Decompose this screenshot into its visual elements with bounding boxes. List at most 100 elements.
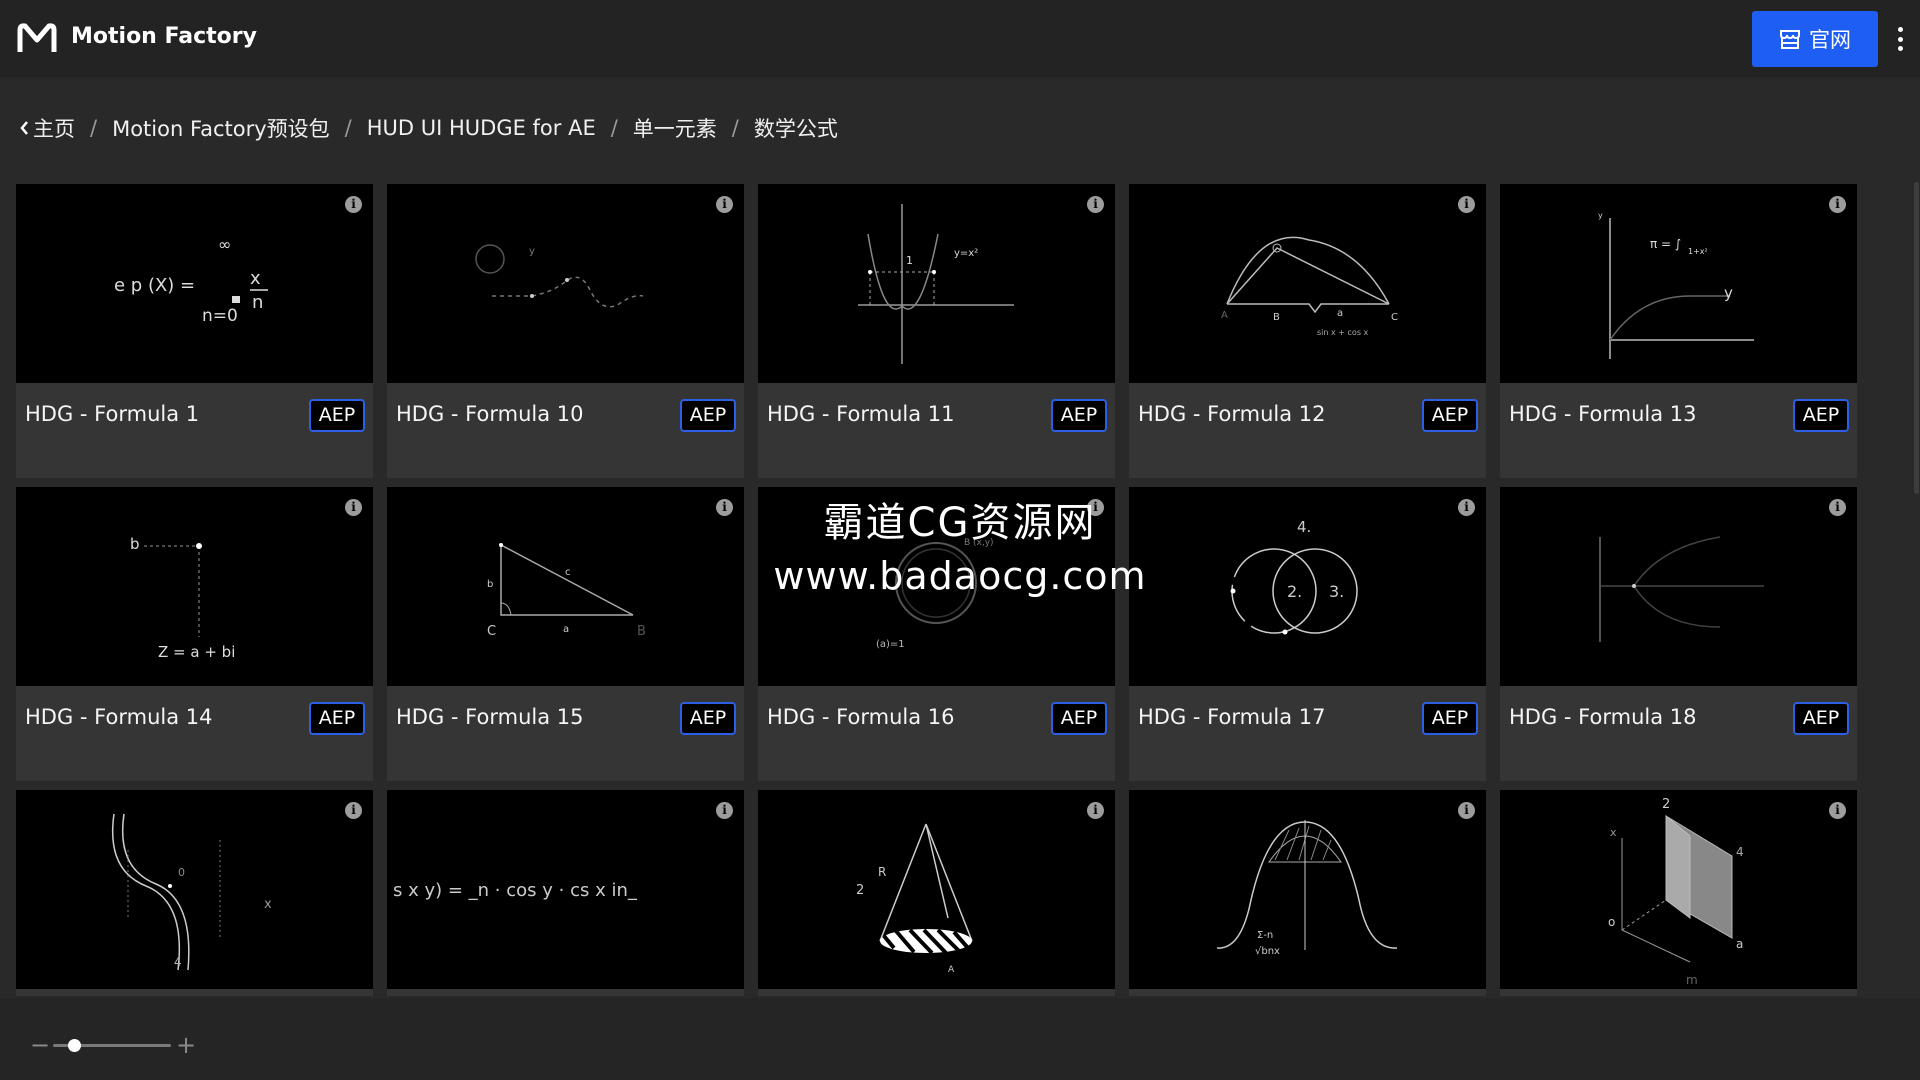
info-icon[interactable]: i <box>716 499 733 516</box>
svg-text:x: x <box>1610 826 1617 839</box>
svg-text:a: a <box>1337 308 1343 319</box>
preset-card[interactable]: b c C a B i HDG - Formula 15 AEP <box>387 487 744 781</box>
breadcrumb-home[interactable]: 主页 <box>20 113 75 143</box>
breadcrumb-separator: / <box>610 116 618 140</box>
info-icon[interactable]: i <box>1458 499 1475 516</box>
svg-text:1+x²: 1+x² <box>1688 247 1708 256</box>
info-icon[interactable]: i <box>1829 196 1846 213</box>
zoom-slider-handle[interactable] <box>67 1039 81 1052</box>
svg-text:a: a <box>1736 937 1743 951</box>
info-icon[interactable]: i <box>1087 802 1104 819</box>
bottom-bar <box>0 998 1920 1080</box>
preset-card[interactable]: s x y) = _n · cos y · cs x in_ i <box>387 790 744 996</box>
svg-text:A: A <box>1221 310 1228 321</box>
preset-card[interactable]: 0 x 4 i <box>16 790 373 996</box>
preset-title: HDG - Formula 16 <box>767 705 955 729</box>
svg-text:π = ∫: π = ∫ <box>1650 237 1681 251</box>
svg-text:2: 2 <box>1662 797 1670 812</box>
preset-card[interactable]: Σ-n √bnx i <box>1129 790 1486 996</box>
svg-text:c: c <box>565 567 571 578</box>
aep-badge: AEP <box>1422 702 1478 735</box>
preset-thumbnail: b c C a B <box>387 487 744 686</box>
breadcrumb-separator: / <box>344 116 352 140</box>
preset-card[interactable]: B (x,y) (a)=1 i HDG - Formula 16 AEP <box>758 487 1115 781</box>
aep-badge: AEP <box>1051 399 1107 432</box>
zoom-out-button[interactable]: − <box>30 1033 50 1057</box>
aep-badge: AEP <box>1422 399 1478 432</box>
preset-card[interactable]: 2 4 x o a m i <box>1500 790 1857 996</box>
info-icon[interactable]: i <box>1458 802 1475 819</box>
preset-thumbnail: s x y) = _n · cos y · cs x in_ <box>387 790 744 989</box>
preset-title: HDG - Formula 14 <box>25 705 213 729</box>
app-title: Motion Factory <box>71 24 257 49</box>
preset-card[interactable]: 2 R A i <box>758 790 1115 996</box>
svg-text:2: 2 <box>856 883 864 898</box>
preset-thumbnail: b Z = a + bi <box>16 487 373 686</box>
preset-card[interactable]: 1 y=x² i HDG - Formula 11 AEP <box>758 184 1115 478</box>
svg-text:B (x,y): B (x,y) <box>964 538 994 548</box>
breadcrumb-separator: / <box>731 116 739 140</box>
preset-thumbnail: 1 y=x² <box>758 184 1115 383</box>
breadcrumb-single-elements[interactable]: 单一元素 <box>633 113 717 143</box>
aep-badge: AEP <box>1793 399 1849 432</box>
svg-text:e p (X) =: e p (X) = <box>114 275 195 296</box>
svg-text:4.: 4. <box>1297 518 1311 536</box>
top-bar: Motion Factory 官网 <box>0 0 1920 77</box>
svg-text:∞: ∞ <box>218 235 231 254</box>
preset-title: HDG - Formula 11 <box>767 402 955 426</box>
svg-text:B: B <box>1273 312 1280 323</box>
svg-text:a: a <box>563 624 569 635</box>
svg-text:y: y <box>1598 211 1603 220</box>
breadcrumb-hud-ui-hudge[interactable]: HUD UI HUDGE for AE <box>367 116 596 140</box>
preset-grid: ∞ e p (X) = x n n=0 i HDG - Formula 1 AE… <box>16 184 1866 996</box>
svg-text:y=x²: y=x² <box>954 248 978 259</box>
svg-text:Z = a + bi: Z = a + bi <box>158 643 235 661</box>
info-icon[interactable]: i <box>345 196 362 213</box>
preset-thumbnail: y <box>387 184 744 383</box>
info-icon[interactable]: i <box>1087 499 1104 516</box>
info-icon[interactable]: i <box>1458 196 1475 213</box>
breadcrumb-motion-factory-presets[interactable]: Motion Factory预设包 <box>112 113 330 143</box>
zoom-in-button[interactable]: + <box>176 1033 196 1057</box>
svg-text:B: B <box>637 624 646 639</box>
info-icon[interactable]: i <box>345 499 362 516</box>
preset-card[interactable]: ∞ e p (X) = x n n=0 i HDG - Formula 1 AE… <box>16 184 373 478</box>
svg-text:3.: 3. <box>1329 582 1344 601</box>
info-icon[interactable]: i <box>716 196 733 213</box>
preset-title: HDG - Formula 15 <box>396 705 584 729</box>
preset-card[interactable]: A B a C sin x + cos x i HDG - Formula 12… <box>1129 184 1486 478</box>
preset-thumbnail: A B a C sin x + cos x <box>1129 184 1486 383</box>
preset-title: HDG - Formula 10 <box>396 402 584 426</box>
info-icon[interactable]: i <box>345 802 362 819</box>
motion-factory-logo-icon[interactable] <box>17 22 57 56</box>
svg-text:4: 4 <box>174 955 182 969</box>
breadcrumb-math-formulas[interactable]: 数学公式 <box>754 113 838 143</box>
info-icon[interactable]: i <box>1829 499 1846 516</box>
official-site-button[interactable]: 官网 <box>1752 11 1878 67</box>
svg-text:R: R <box>878 865 886 879</box>
preset-card[interactable]: i HDG - Formula 18 AEP <box>1500 487 1857 781</box>
preset-title: HDG - Formula 17 <box>1138 705 1326 729</box>
svg-text:n: n <box>252 292 263 313</box>
aep-badge: AEP <box>680 702 736 735</box>
preset-thumbnail: 2 4 x o a m <box>1500 790 1857 989</box>
svg-text:s x y) = _n · cos y: s x y) = _n · cos y · cs x in_ <box>393 880 638 901</box>
info-icon[interactable]: i <box>1087 196 1104 213</box>
preset-card[interactable]: y π = ∫ 1+x² y i HDG - Formula 13 AEP <box>1500 184 1857 478</box>
aep-badge: AEP <box>309 702 365 735</box>
info-icon[interactable]: i <box>1829 802 1846 819</box>
svg-text:b: b <box>130 535 140 553</box>
preset-thumbnail <box>1500 487 1857 686</box>
kebab-menu-icon[interactable] <box>1888 25 1912 53</box>
svg-text:y: y <box>529 246 535 257</box>
preset-card[interactable]: 4. 2. 3. i HDG - Formula 17 AEP <box>1129 487 1486 781</box>
info-icon[interactable]: i <box>716 802 733 819</box>
svg-text:b: b <box>487 579 493 590</box>
preset-thumbnail: 4. 2. 3. <box>1129 487 1486 686</box>
svg-text:m: m <box>1686 973 1698 987</box>
preset-card[interactable]: y i HDG - Formula 10 AEP <box>387 184 744 478</box>
vertical-scrollbar[interactable] <box>1914 182 1919 494</box>
preset-card[interactable]: b Z = a + bi i HDG - Formula 14 AEP <box>16 487 373 781</box>
official-site-label: 官网 <box>1809 28 1851 52</box>
preset-title: HDG - Formula 18 <box>1509 705 1697 729</box>
